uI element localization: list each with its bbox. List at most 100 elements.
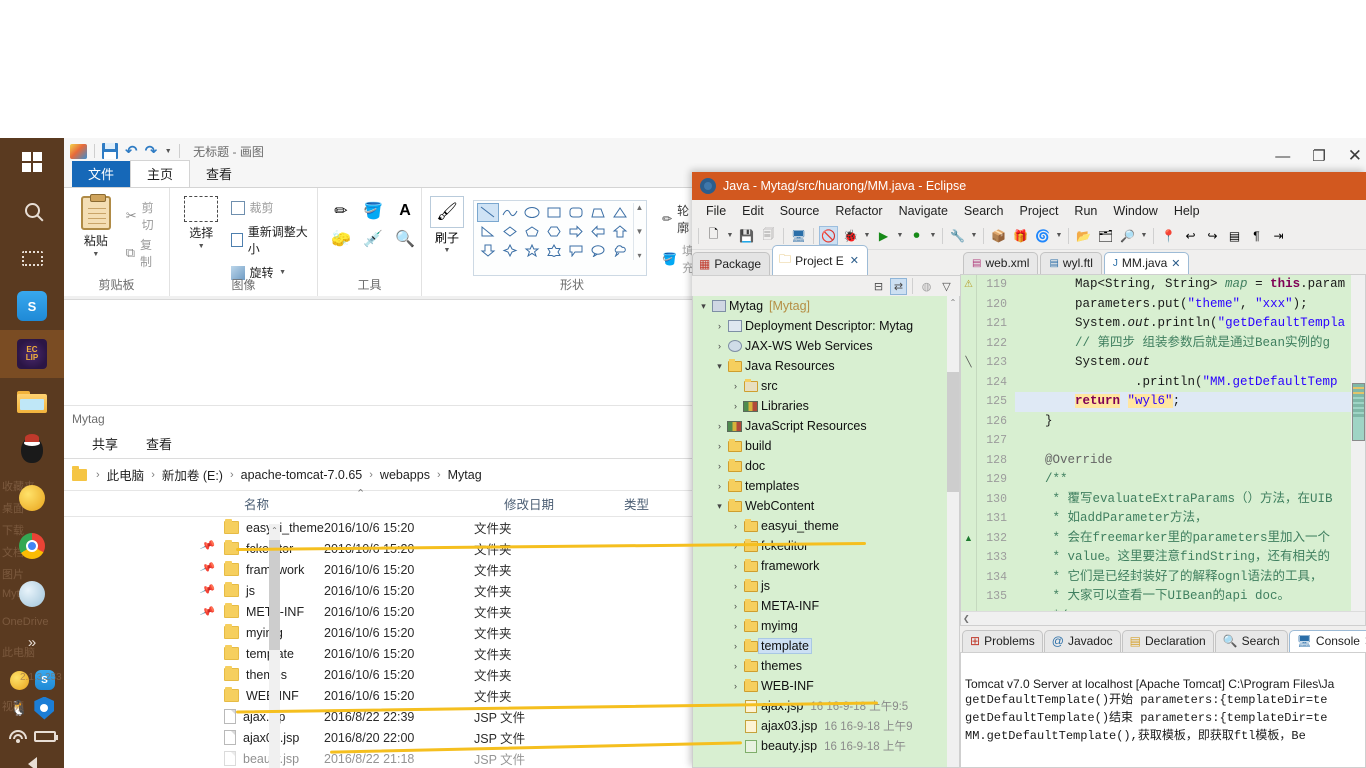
tree-item-libraries[interactable]: › Libraries <box>693 396 959 416</box>
chevron-down-icon[interactable]: ▼ <box>863 232 871 239</box>
chevron-down-icon[interactable]: ▾ <box>713 501 726 512</box>
chevron-up-icon[interactable]: ▲ <box>636 203 644 212</box>
tab-home[interactable]: 主页 <box>130 160 191 187</box>
shape-five-point-star[interactable] <box>521 241 543 260</box>
overview-ruler[interactable] <box>1352 383 1365 441</box>
tab-web-xml[interactable]: ▤ web.xml <box>963 252 1039 274</box>
view-menu-icon[interactable]: ◍ <box>918 278 935 295</box>
link-with-editor-icon[interactable]: ⇄ <box>890 277 907 295</box>
tree-item-myimg[interactable]: › myimg <box>693 616 959 636</box>
tab-view[interactable]: 查看 <box>190 161 248 187</box>
paint-logo-icon[interactable] <box>70 143 87 159</box>
shape-rounded-callout[interactable] <box>565 241 587 260</box>
chevron-down-icon[interactable]: ▼ <box>279 269 287 276</box>
chevron-right-icon[interactable]: › <box>729 621 742 631</box>
fold-marker-icon[interactable]: ╲ <box>961 353 976 373</box>
eraser-icon[interactable]: 🧽 <box>326 226 356 252</box>
menu-edit[interactable]: Edit <box>734 203 772 219</box>
wifi-icon[interactable] <box>8 729 28 743</box>
breadcrumb-item-0[interactable]: 此电脑 <box>107 465 145 484</box>
run-server-icon[interactable]: ⏺ <box>907 226 926 245</box>
shape-line[interactable] <box>477 203 499 222</box>
scroll-up-icon[interactable]: ⌃ <box>947 296 959 310</box>
chevron-right-icon[interactable]: › <box>713 321 726 331</box>
tree-item-src[interactable]: › src <box>693 376 959 396</box>
new-java-project-icon[interactable]: 📦 <box>989 226 1008 245</box>
qq-icon[interactable]: 🐧 <box>10 699 29 717</box>
brush-button[interactable]: 🖌 刷子 ▼ <box>430 196 464 276</box>
tab-share[interactable]: 共享 <box>80 431 130 458</box>
shape-hexagon[interactable] <box>543 222 565 241</box>
chevron-right-icon[interactable]: › <box>729 601 742 611</box>
minimize-button[interactable]: — <box>1275 148 1290 165</box>
scroll-left-icon[interactable]: ❮ <box>963 614 970 623</box>
toggle-block-selection-icon[interactable]: ▤ <box>1225 226 1244 245</box>
paint-taskbar-button[interactable] <box>0 570 64 618</box>
shape-rectangle[interactable] <box>543 203 565 222</box>
column-header-type[interactable]: 类型 <box>624 494 649 513</box>
menu-run[interactable]: Run <box>1066 203 1105 219</box>
color-picker-icon[interactable]: 💉 <box>358 226 388 252</box>
tree-item-web-inf[interactable]: › WEB-INF <box>693 676 959 696</box>
collapse-all-icon[interactable]: ⊟ <box>870 278 887 295</box>
chevron-down-icon[interactable]: ▼ <box>970 232 978 239</box>
shape-polygon[interactable] <box>587 203 609 222</box>
tree-item-easyui-theme[interactable]: › easyui_theme <box>693 516 959 536</box>
chevron-right-icon[interactable]: › <box>729 661 742 671</box>
magnifier-icon[interactable]: 🔍 <box>390 226 420 252</box>
editor-vertical-scrollbar[interactable] <box>1351 275 1365 611</box>
chevron-down-icon[interactable]: ▼ <box>929 232 937 239</box>
tree-item-themes[interactable]: › themes <box>693 656 959 676</box>
explorer-scrollbar[interactable]: ⌃ <box>269 524 280 768</box>
breadcrumb-item-3[interactable]: webapps <box>380 468 430 482</box>
yellow-app-taskbar-button[interactable] <box>0 474 64 522</box>
tab-console[interactable]: 🖥 Console ✕ <box>1288 630 1366 652</box>
shape-triangle[interactable] <box>609 203 631 222</box>
save-icon[interactable] <box>102 143 118 159</box>
eclipse-taskbar-button[interactable]: EC LIP <box>0 330 64 378</box>
maximize-button[interactable]: ❐ <box>1312 147 1325 165</box>
chevron-right-icon[interactable]: › <box>713 421 726 431</box>
chevron-down-icon[interactable]: ▼ <box>443 247 451 254</box>
chevron-down-icon[interactable]: ▼ <box>726 232 734 239</box>
console-view-icon[interactable]: 🖥 <box>789 226 808 245</box>
speaker-icon[interactable] <box>27 757 37 768</box>
scrollbar-thumb[interactable] <box>269 540 280 650</box>
chevron-right-icon[interactable]: › <box>713 481 726 491</box>
tree-item-js[interactable]: › js <box>693 576 959 596</box>
menu-source[interactable]: Source <box>772 203 828 219</box>
chevron-right-icon[interactable]: › <box>713 441 726 451</box>
tab-search[interactable]: 🔍 Search <box>1214 630 1288 652</box>
tree-item-java-resources[interactable]: ▾ Java Resources <box>693 356 959 376</box>
chevron-right-icon[interactable]: › <box>729 381 742 391</box>
skip-all-icon[interactable]: ⇥ <box>1269 226 1288 245</box>
show-whitespace-icon[interactable]: ¶ <box>1247 226 1266 245</box>
menu-project[interactable]: Project <box>1012 203 1067 219</box>
tab-view[interactable]: 查看 <box>134 431 184 458</box>
editor-horizontal-scrollbar[interactable]: ❮ <box>961 611 1365 625</box>
tree-item-ajax-jsp[interactable]: ajax.jsp 16 16-9-18 上午9:5 <box>693 696 959 716</box>
tab-file[interactable]: 文件 <box>72 161 131 187</box>
breadcrumb-item-2[interactable]: apache-tomcat-7.0.65 <box>241 468 363 482</box>
tree-item-build[interactable]: › build <box>693 436 959 456</box>
shape-right-triangle[interactable] <box>477 222 499 241</box>
sogou-input-button[interactable]: S <box>0 282 64 330</box>
chrome-taskbar-button[interactable] <box>0 522 64 570</box>
chevron-right-icon[interactable]: › <box>713 461 726 471</box>
column-header-date[interactable]: 修改日期 <box>504 494 554 513</box>
chevron-right-icon[interactable]: › <box>729 681 742 691</box>
menu-search[interactable]: Search <box>956 203 1012 219</box>
new-icon[interactable]: 🗋 <box>704 226 723 245</box>
shape-four-point-star[interactable] <box>499 241 521 260</box>
chevron-down-icon[interactable]: ▽ <box>938 278 955 295</box>
tree-item-doc[interactable]: › doc <box>693 456 959 476</box>
menu-window[interactable]: Window <box>1105 203 1165 219</box>
chevron-right-icon[interactable]: › <box>729 521 742 531</box>
chevron-right-icon[interactable]: › <box>729 541 742 551</box>
project-tree[interactable]: ▾ Mytag [Mytag] › Deployment Descriptor:… <box>692 296 960 768</box>
task-view-button[interactable] <box>0 234 64 282</box>
shape-left-arrow[interactable] <box>587 222 609 241</box>
chevron-right-icon[interactable]: › <box>729 641 742 651</box>
shape-down-arrow[interactable] <box>477 241 499 260</box>
undo-icon[interactable]: ↶ <box>125 144 138 159</box>
